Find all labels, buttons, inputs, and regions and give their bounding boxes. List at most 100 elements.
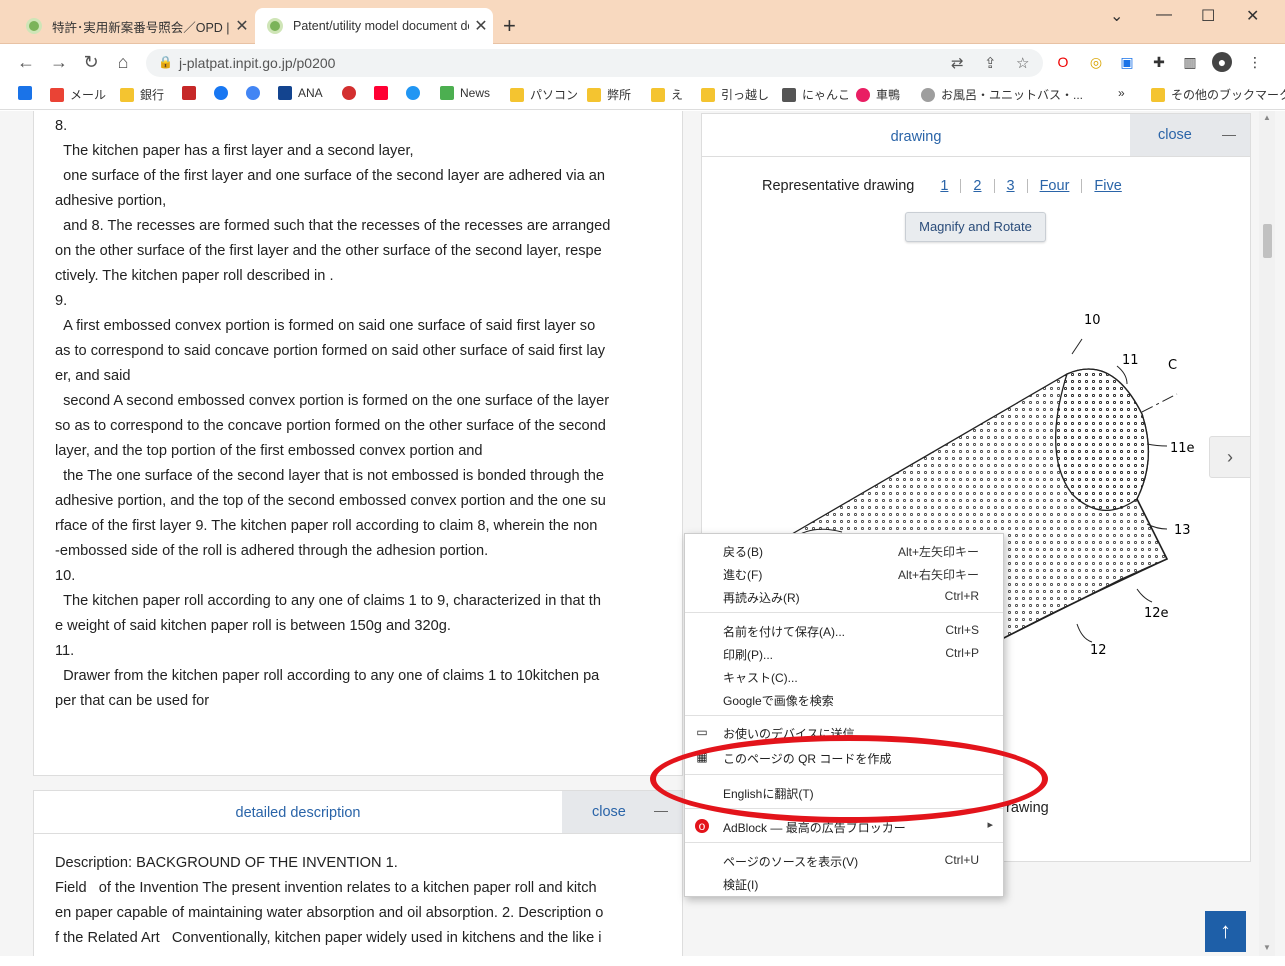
device-icon: ▭ [696,725,708,739]
maximize-button[interactable]: ☐ [1201,6,1215,26]
bookmarks-overflow-icon[interactable]: » [1118,86,1125,100]
bookmark-bath[interactable]: お風呂・ユニットバス・... [921,86,1083,103]
context-menu: 戻る(B) Alt+左矢印キー 進む(F) Alt+右矢印キー 再読み込み(R) Ct… [684,533,1004,897]
close-panel-button[interactable]: close [1130,114,1250,156]
divider [1081,179,1083,193]
drawing-link-2[interactable]: 2 [973,178,981,194]
menu-item-print[interactable]: 印刷(P)... Ctrl+P [685,642,1003,665]
close-tab-icon[interactable]: ✕ [469,16,493,36]
panel-header: detailed description close [34,791,682,834]
url-text[interactable]: j-platpat.inpit.go.jp/p0200 [179,55,335,71]
panel-title[interactable]: drawing [702,129,1130,145]
close-label: close [592,804,626,820]
bulb-extension-icon[interactable]: ◎ [1086,52,1106,72]
reload-button[interactable]: ↻ [79,50,103,74]
bottom-edge [0,956,1285,966]
side-panel-icon[interactable]: ▥ [1180,52,1200,72]
menu-divider [685,715,1003,716]
tab-title: 特許･実用新案番号照会／OPD | [52,20,230,35]
tab-search-icon[interactable]: ⌄ [1110,6,1123,26]
site-favicon-icon [26,18,42,34]
menu-divider [685,842,1003,843]
new-tab-button[interactable]: + [503,13,516,39]
bookmark-news[interactable]: News [440,86,490,100]
bookmark-other[interactable]: その他のブックマーク [1151,86,1285,103]
divider [993,179,995,193]
extensions-puzzle-icon[interactable]: ✚ [1149,52,1169,72]
page-scrollbar[interactable]: ▲ ▼ [1259,111,1275,956]
drawing-link-1[interactable]: 1 [940,178,948,194]
figure-label: 10 [1084,313,1101,328]
menu-item-search-image[interactable]: Googleで画像を検索 [685,688,1003,711]
page-content: 8. The kitchen paper has a first layer a… [0,111,1285,966]
minimize-button[interactable]: — [1156,6,1172,24]
back-to-top-button[interactable]: ↑ [1205,911,1246,952]
menu-kebab-icon[interactable]: ⋮ [1245,52,1265,72]
browser-toolbar: ← → ↻ ⌂ 🔒 j-platpat.inpit.go.jp/p0200 ⇄ … [0,44,1285,80]
next-drawing-button[interactable]: › [1209,436,1251,478]
menu-item-view-source[interactable]: ページのソースを表示(V) Ctrl+U [685,849,1003,872]
address-bar[interactable]: 🔒 j-platpat.inpit.go.jp/p0200 ⇄ ⇪ ☆ [146,49,1043,77]
panel-header: drawing close [702,114,1250,157]
claims-text: 8. The kitchen paper has a first layer a… [55,118,611,709]
profile-avatar-icon[interactable]: ● [1212,52,1232,72]
figure-label: 11 [1122,353,1139,368]
google-bookmark-icon[interactable] [246,86,266,100]
menu-item-save-as[interactable]: 名前を付けて保存(A)... Ctrl+S [685,619,1003,642]
home-button[interactable]: ⌂ [111,50,135,74]
tab-patent-document[interactable]: Patent/utility model document de ✕ [255,8,493,44]
figure-label: 11e [1170,441,1195,456]
scroll-up-icon[interactable]: ▲ [1263,113,1271,122]
bookmark-mail[interactable]: メール [50,86,106,103]
menu-item-reload[interactable]: 再読み込み(R) Ctrl+R [685,585,1003,608]
figure-label: C [1168,358,1177,373]
site-favicon-icon [267,18,283,34]
tab-strip: 特許･実用新案番号照会／OPD | ✕ Patent/utility model… [0,0,1285,44]
bookmark-red-icon[interactable] [342,86,362,100]
lock-icon: 🔒 [158,55,173,69]
bookmark-site-icon[interactable] [182,86,202,100]
bookmark-nyanko[interactable]: にゃんこ [782,86,850,103]
highlight-annotation [650,735,1048,823]
magnify-rotate-button[interactable]: Magnify and Rotate [905,212,1046,242]
opera-extension-icon[interactable]: O [1053,52,1073,72]
yahoo-bookmark-icon[interactable] [374,86,394,100]
calendar-bookmark-icon[interactable] [18,86,38,100]
left-gutter [0,111,6,956]
tab-opd[interactable]: 特許･実用新案番号照会／OPD | ✕ [14,8,254,44]
menu-item-cast[interactable]: キャスト(C)... [685,665,1003,688]
scrollbar-thumb[interactable] [1263,224,1272,258]
browser-chrome: 特許･実用新案番号照会／OPD | ✕ Patent/utility model… [0,0,1285,111]
forward-button[interactable]: → [47,50,71,74]
figure-label: 12e [1144,606,1169,621]
menu-item-back[interactable]: 戻る(B) Alt+左矢印キー [685,539,1003,562]
panel-title[interactable]: detailed description [34,805,562,821]
bookmark-kurumakamo[interactable]: 車鴨 [856,86,900,103]
drawing-link-4[interactable]: Four [1040,178,1070,194]
share-icon[interactable]: ⇪ [984,54,997,72]
drawing-link-5[interactable]: Five [1094,178,1121,194]
bookmark-moving[interactable]: 引っ越し [701,86,769,103]
infinity-bookmark-icon[interactable] [406,86,426,100]
scroll-down-icon[interactable]: ▼ [1263,943,1271,952]
web-extension-icon[interactable]: ▣ [1117,52,1137,72]
representative-drawing-label: Representative drawing [762,178,915,194]
close-panel-button[interactable]: close [562,791,682,833]
menu-item-forward[interactable]: 進む(F) Alt+右矢印キー [685,562,1003,585]
bookmark-e[interactable]: え [651,86,683,103]
bookmark-star-icon[interactable]: ☆ [1016,54,1029,72]
menu-item-inspect[interactable]: 検証(I) [685,872,1003,895]
bookmark-bank[interactable]: 銀行 [120,86,164,103]
drawing-link-3[interactable]: 3 [1007,178,1015,194]
close-window-button[interactable]: ✕ [1246,6,1259,26]
bookmark-pc[interactable]: パソコン [510,86,578,103]
close-label: close [1158,127,1192,143]
close-tab-icon[interactable]: ✕ [230,16,254,36]
claims-panel: 8. The kitchen paper has a first layer a… [33,111,683,776]
bookmark-ana[interactable]: ANA [278,86,323,100]
back-button[interactable]: ← [14,50,38,74]
facebook-bookmark-icon[interactable] [214,86,234,100]
translate-icon[interactable]: ⇄ [951,54,964,72]
detailed-description-panel: detailed description close Description: … [33,790,683,966]
bookmark-office[interactable]: 弊所 [587,86,631,103]
